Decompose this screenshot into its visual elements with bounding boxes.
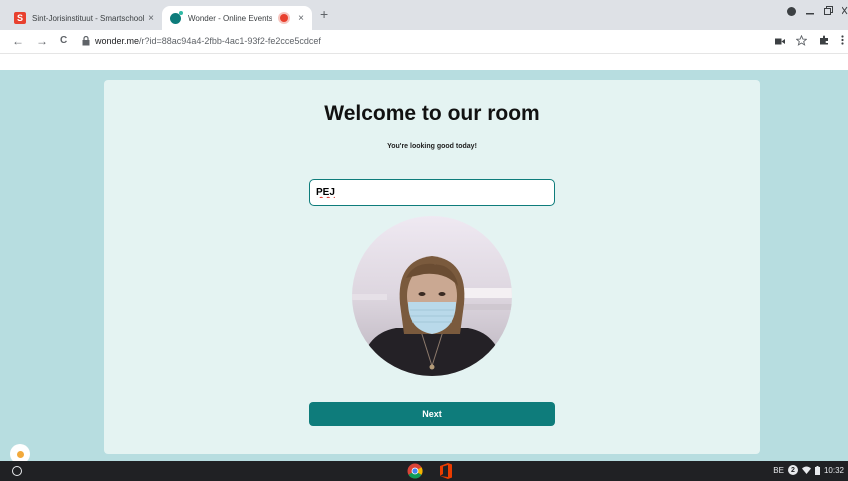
- tab-title: Wonder - Online Events: [188, 13, 273, 23]
- reload-button[interactable]: C: [60, 35, 67, 46]
- notification-count-badge: 2: [787, 465, 798, 475]
- new-tab-button[interactable]: +: [320, 6, 328, 22]
- bookmark-star-icon[interactable]: [796, 35, 807, 46]
- back-button[interactable]: ←: [12, 34, 24, 48]
- page-content: Welcome to our room You're looking good …: [0, 70, 848, 464]
- clock: 10:32: [823, 465, 844, 475]
- tab-smartschool[interactable]: S Sint-Jorisinstituut - Smartschool ×: [6, 6, 162, 30]
- bookmark-bar: [0, 54, 848, 70]
- browser-toolbar: ← → C wonder.me/r?id=88ac94a4-2fbb-4ac1-…: [0, 30, 848, 54]
- menu-dots-icon[interactable]: [841, 35, 844, 45]
- launcher-icon[interactable]: [12, 466, 22, 476]
- name-input[interactable]: [309, 179, 555, 206]
- chrome-icon[interactable]: [407, 463, 423, 479]
- lock-icon[interactable]: [82, 36, 90, 46]
- welcome-card: Welcome to our room You're looking good …: [104, 80, 760, 454]
- smartschool-favicon-icon: S: [14, 12, 26, 24]
- close-tab-icon[interactable]: ×: [148, 13, 154, 24]
- camera-preview-image: [352, 216, 512, 376]
- restore-icon[interactable]: [824, 6, 833, 15]
- recording-indicator-icon: [280, 14, 289, 22]
- wifi-icon: [801, 466, 811, 474]
- close-tab-icon[interactable]: ×: [298, 13, 304, 24]
- camera-in-use-icon[interactable]: [775, 38, 785, 45]
- next-button[interactable]: Next: [309, 402, 555, 426]
- os-taskbar: BE 2 10:32: [0, 461, 848, 481]
- url-path: /r?id=88ac94a4-2fbb-4ac1-93f2-fe2cce5cdc…: [139, 36, 321, 46]
- page-subtitle: You're looking good today!: [387, 143, 477, 150]
- tab-title: Sint-Jorisinstituut - Smartschool: [32, 13, 145, 23]
- wonder-favicon-icon: [170, 10, 183, 24]
- browser-tabstrip: S Sint-Jorisinstituut - Smartschool × Wo…: [0, 0, 848, 30]
- tab-wonder[interactable]: Wonder - Online Events ×: [162, 6, 312, 30]
- office-icon[interactable]: [439, 463, 453, 479]
- url-domain: wonder.me: [95, 36, 140, 46]
- close-window-icon[interactable]: [842, 6, 848, 15]
- battery-icon: [814, 465, 820, 475]
- page-title: Welcome to our room: [324, 102, 540, 125]
- extensions-icon[interactable]: [819, 35, 829, 45]
- camera-preview: [352, 216, 512, 376]
- minimize-icon[interactable]: [806, 13, 814, 15]
- system-tray[interactable]: BE 2 10:32: [773, 465, 844, 475]
- account-circle-icon[interactable]: [786, 6, 797, 17]
- address-bar[interactable]: wonder.me/r?id=88ac94a4-2fbb-4ac1-93f2-f…: [95, 36, 321, 46]
- keyboard-layout: BE: [773, 465, 784, 475]
- status-dot-icon: [16, 450, 24, 458]
- forward-button[interactable]: →: [36, 34, 48, 48]
